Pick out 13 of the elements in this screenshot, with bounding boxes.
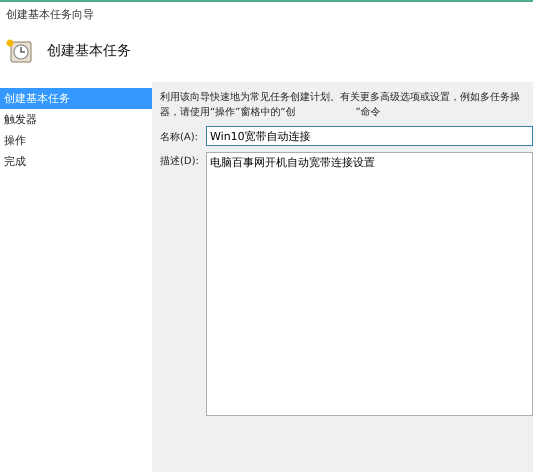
wizard-step[interactable]: 触发器: [0, 109, 152, 130]
window-title: 创建基本任务向导: [6, 6, 94, 22]
clock-icon: [5, 38, 33, 64]
name-label: 名称(A):: [160, 131, 200, 144]
description-label: 描述(D):: [160, 154, 200, 168]
intro-text: 器，请使用“操作”窗格中的“创: [160, 106, 296, 120]
intro-text: ”命令: [356, 106, 381, 120]
wizard-step[interactable]: 操作: [0, 130, 152, 151]
wizard-step[interactable]: 完成: [0, 151, 152, 172]
wizard-title: 创建基本任务: [47, 42, 131, 60]
intro-text: 利用该向导快速地为常见任务创建计划。有关更多高级选项或设置，例如多任务操: [160, 90, 521, 105]
name-field[interactable]: Win10宽带自动连接: [206, 126, 533, 146]
description-field[interactable]: 电脑百事网开机自动宽带连接设置: [206, 152, 533, 416]
